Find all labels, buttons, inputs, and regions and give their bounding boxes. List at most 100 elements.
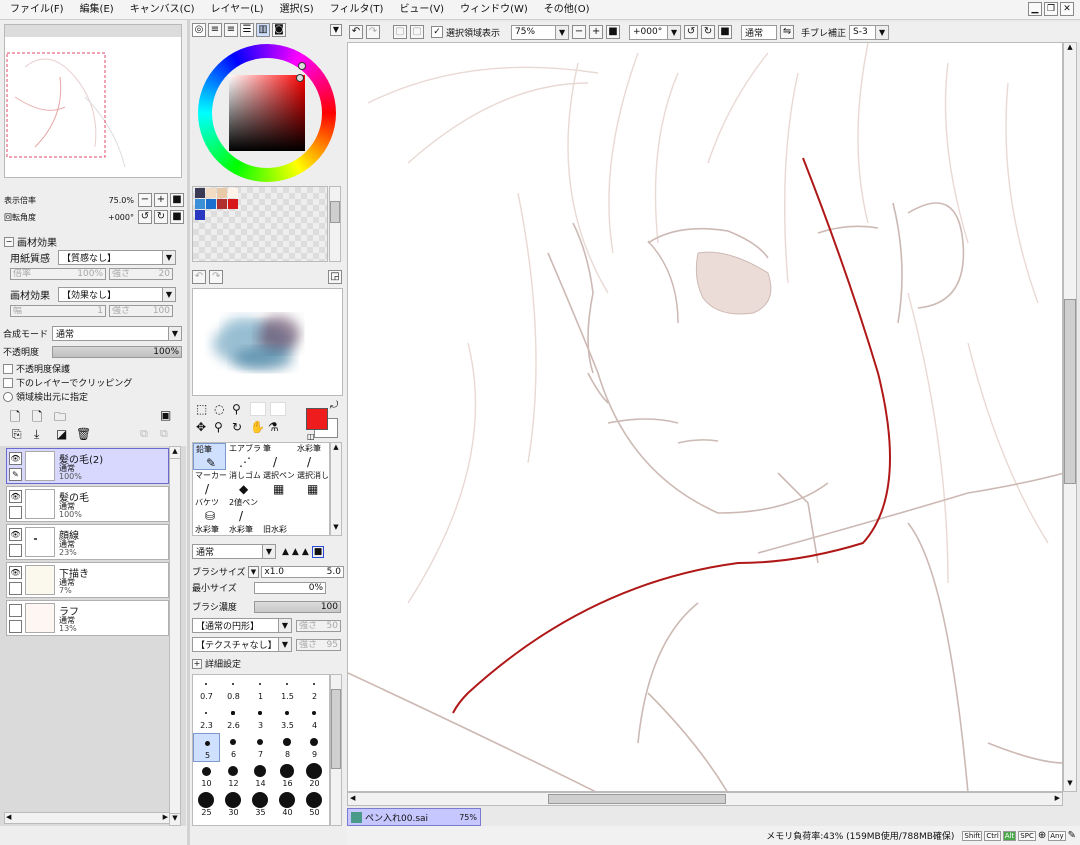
redo-icon[interactable]: ↷ [366,25,380,39]
layer-item[interactable]: 👁 顔線 通常 23% [6,524,169,560]
color-swatch[interactable] [217,188,227,198]
document-tab[interactable]: ペン入れ00.sai 75% [347,808,481,826]
rotate-reset-button[interactable]: ■ [718,25,733,39]
selection-source-radio[interactable] [3,391,13,402]
min-size-slider[interactable]: 0% [254,581,326,594]
tool-button[interactable]: 水彩筆 [193,524,226,535]
menu-select[interactable]: 選択(S) [274,0,320,20]
rotate-right-button[interactable]: ↻ [701,25,716,39]
brush-size-cell[interactable]: 3.5 [274,704,301,733]
brush-size-cell[interactable]: 4 [301,704,328,733]
rotate-icon[interactable]: ↻ [232,420,242,434]
canvas-area[interactable] [347,42,1063,792]
canvas-blend-select[interactable]: 通常 [741,24,778,40]
color-wheel-tab-icon[interactable]: ◎ [192,23,206,37]
lock-icon[interactable] [9,544,22,557]
flip-icon[interactable]: ⇋ [780,25,795,39]
brush-size-cell[interactable]: 14 [247,762,274,791]
blend-mode-select[interactable]: 通常 ▼ [52,326,182,341]
close-icon[interactable]: ✕ [1060,2,1074,16]
layer-item[interactable]: ラフ 通常 13% [6,600,169,636]
zoom-icon[interactable]: ⚲ [214,420,223,434]
brush-blend-select[interactable]: 通常 ▼ [192,544,276,559]
layer-item[interactable]: 👁 下描き 通常 7% [6,562,169,598]
tool-button[interactable]: 鉛筆 ✎ [193,443,226,470]
brush-texture-select[interactable]: 【テクスチャなし】 ▼ [192,637,292,652]
layer-list-scrollbar[interactable]: ▲ ▼ [169,446,181,826]
brush-shape-select[interactable]: 【通常の円形】 ▼ [192,618,292,633]
brush-size-cell[interactable]: 35 [247,791,274,820]
tool-button[interactable]: 水彩筆 / [295,443,328,470]
color-swatch[interactable] [195,210,205,220]
magic-wand-icon[interactable]: ⚲ [232,402,241,416]
zoom-reset-button[interactable]: ■ [170,193,184,207]
pen-icon[interactable]: ✎ [9,468,22,481]
tool-button[interactable]: 選択ペン ▦ [261,470,294,497]
color-swatch[interactable] [206,188,216,198]
navigator-preview[interactable] [4,24,182,178]
hsv-slider-tab-icon[interactable]: ≡ [224,23,238,37]
brush-texture-strength[interactable]: 強さ 95 [296,638,341,651]
swatch-grid[interactable] [192,186,328,262]
brush-size-cell[interactable]: 30 [220,791,247,820]
layer-item[interactable]: 👁 髪の毛 通常 100% [6,486,169,522]
brush-size-cell[interactable]: 10 [193,762,220,791]
brush-size-cell[interactable]: 2.3 [193,704,220,733]
brush-size-cell[interactable]: 50 [301,791,328,820]
scroll-left-icon[interactable]: ◀ [6,813,11,821]
brush-size-cell[interactable]: 2.6 [220,704,247,733]
brush-shape-mid-icon[interactable]: ▲ [292,547,299,557]
effect-select[interactable]: 【効果なし】 ▼ [58,287,176,302]
layer-item[interactable]: 👁 ✎ 髪の毛(2) 通常 100% [6,448,169,484]
swatch-scrollbar[interactable] [329,186,341,262]
tool-button[interactable]: バケツ ⛁ [193,497,226,524]
redo-icon[interactable]: ↷ [209,270,224,284]
hand-icon[interactable]: ✋ [250,420,265,434]
minimize-icon[interactable]: ▁ [1028,2,1042,16]
color-bar-tab-icon[interactable]: ☰ [240,23,254,37]
effect-strength-slider[interactable]: 強さ 100 [109,305,173,317]
tool-grid-scrollbar[interactable]: ▲ ▼ [330,442,342,536]
show-selection-checkbox[interactable]: ✓ [431,26,443,38]
tool-button[interactable]: マーカー / [193,470,226,497]
tool-button[interactable]: 筆 / [261,443,294,470]
rotate-left-button[interactable]: ↺ [138,210,152,224]
menu-other[interactable]: その他(O) [538,0,596,20]
effect-width-slider[interactable]: 幅1 [10,305,106,317]
zoom-in-button[interactable]: + [589,25,604,39]
paper-effects-header[interactable]: − 画材効果 [4,234,57,249]
brush-size-cell[interactable]: 9 [301,733,328,762]
protect-opacity-row[interactable]: 不透明度保護 [3,362,70,375]
scroll-thumb[interactable] [548,794,726,804]
eye-icon[interactable]: 👁 [9,490,22,503]
brush-size-cell[interactable]: 12 [220,762,247,791]
scroll-right-icon[interactable]: ▶ [1055,794,1060,802]
zoom-select[interactable]: 75% ▼ [511,24,570,40]
rotate-reset-button[interactable]: ■ [170,210,184,224]
hue-handle[interactable] [298,62,306,70]
color-swatch[interactable] [228,188,238,198]
lock-icon[interactable] [9,506,22,519]
color-swatch[interactable] [206,199,216,209]
color-swatch[interactable] [195,199,205,209]
color-swatch[interactable] [195,188,205,198]
collapse-icon[interactable]: − [4,236,14,247]
texture-select[interactable]: 【質感なし】 ▼ [58,250,176,265]
scratchpad[interactable] [192,288,343,396]
protect-opacity-checkbox[interactable] [3,363,13,374]
brush-size-cell[interactable]: 20 [301,762,328,791]
expand-plus-icon[interactable]: + [192,658,202,669]
texture-strength-slider[interactable]: 強さ 20 [109,268,173,280]
density-slider[interactable]: 100 [254,600,341,613]
scroll-down-icon[interactable]: ▼ [1064,779,1076,791]
eye-icon[interactable]: 👁 [9,452,22,465]
rgb-slider-tab-icon[interactable]: ≡ [208,23,222,37]
brush-size-cell[interactable]: 16 [274,762,301,791]
rotation-select[interactable]: +000° ▼ [629,24,682,40]
brush-size-cell[interactable]: 7 [247,733,274,762]
clear-layer-icon[interactable]: ◪ [56,427,67,441]
rect-select-icon[interactable]: ⬚ [196,402,207,416]
brush-size-cell[interactable]: 8 [274,733,301,762]
opacity-slider[interactable]: 100% [52,345,182,358]
zoom-out-button[interactable]: − [138,193,152,207]
